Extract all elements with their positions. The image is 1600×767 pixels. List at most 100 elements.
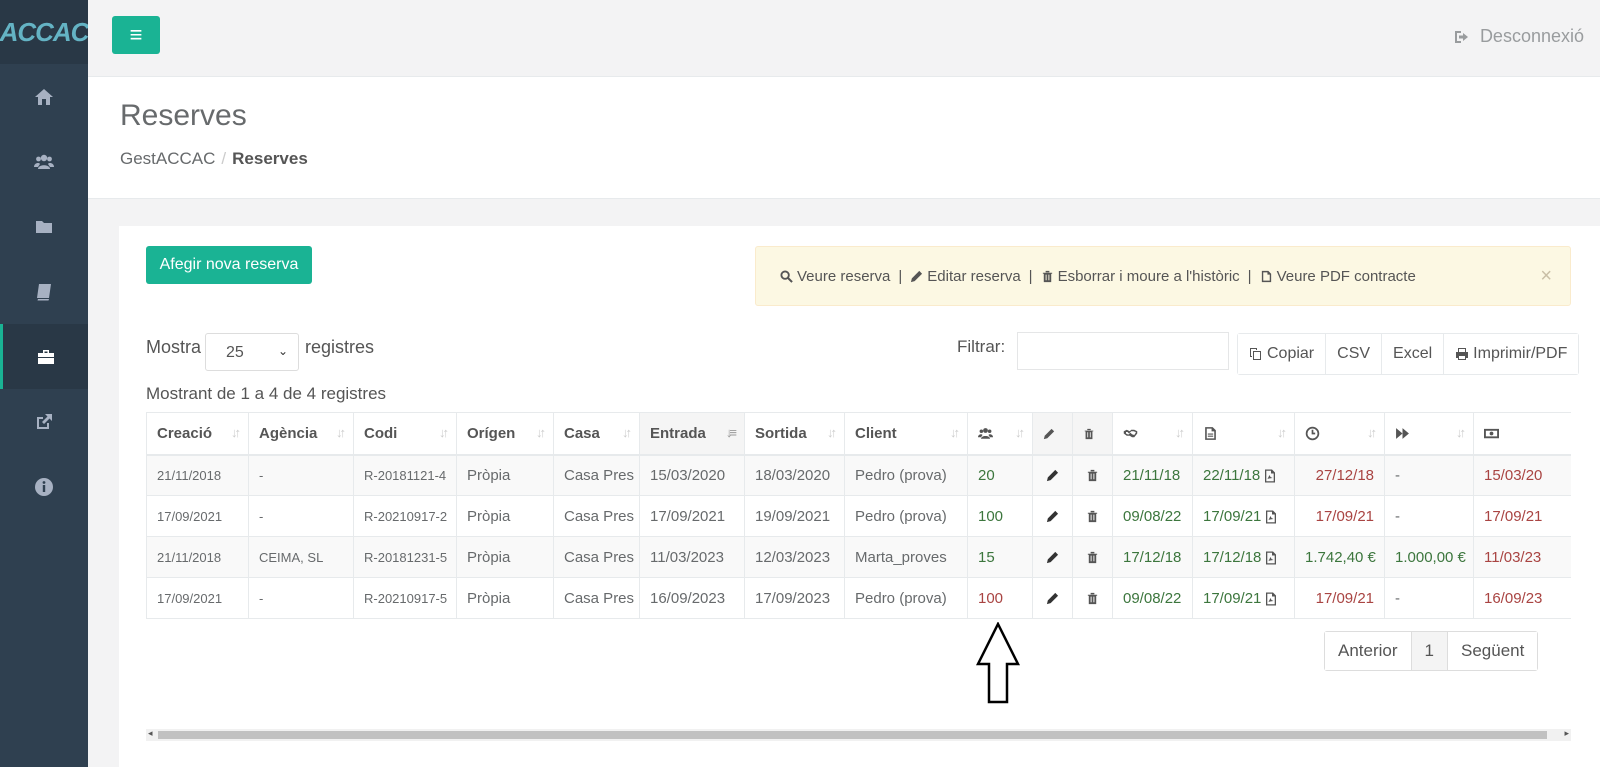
pdf-file-icon[interactable] (1265, 510, 1277, 524)
col-header-forward[interactable]: ↓↑ (1384, 412, 1474, 456)
home-icon (35, 88, 53, 105)
content-panel: Afegir nova reserva Veure reserva | Edita… (119, 226, 1600, 767)
col-header-client[interactable]: Client ↓↑ (844, 412, 968, 456)
delete-button[interactable] (1072, 495, 1113, 537)
excel-button[interactable]: Excel (1382, 334, 1445, 374)
edit-button[interactable] (1032, 454, 1073, 496)
trash-icon (1087, 510, 1098, 523)
sidebar-item-users[interactable] (0, 129, 88, 194)
cell-pax: 100 (967, 577, 1033, 619)
cell-agencia: - (248, 495, 354, 537)
cell-pax: 20 (967, 454, 1033, 496)
breadcrumb-home[interactable]: GestACCAC (120, 149, 215, 168)
col-header-casa[interactable]: Casa ↓↑ (553, 412, 640, 456)
sidebar-item-book[interactable] (0, 259, 88, 324)
actions-legend-alert: Veure reserva | Editar reserva | Esborrar … (755, 246, 1571, 306)
csv-button[interactable]: CSV (1326, 334, 1383, 374)
edit-button[interactable] (1032, 577, 1073, 619)
logout-link[interactable]: Desconnexió (1454, 26, 1584, 47)
close-alert-button[interactable]: × (1540, 265, 1552, 288)
cell-date-5: 17/09/21 (1473, 495, 1571, 537)
cell-casa: Casa Pres (553, 454, 640, 496)
page-1-button[interactable]: 1 (1411, 632, 1448, 670)
cell-entrada: 17/09/2021 (639, 495, 745, 537)
col-header-creacio[interactable]: Creació ↓↑ (146, 412, 249, 456)
scroll-left-icon[interactable]: ◂ (148, 728, 153, 739)
sidebar-item-info[interactable] (0, 454, 88, 519)
filter-label: Filtrar: (957, 337, 1006, 356)
copy-button[interactable]: Copiar (1238, 334, 1327, 374)
edit-icon (1046, 592, 1059, 605)
col-header-pax[interactable]: ↓↑ (967, 412, 1033, 456)
reservations-table: Creació ↓↑ Agència ↓↑ Codi ↓↑ Orígen ↓↑ Casa… (146, 412, 1571, 619)
next-page-button[interactable]: Següent (1448, 632, 1538, 670)
copy-icon (1250, 348, 1261, 360)
cell-date-1: 09/08/22 (1112, 495, 1193, 537)
print-button[interactable]: Imprimir/PDF (1444, 334, 1579, 374)
cell-entrada: 11/03/2023 (639, 536, 745, 578)
sidebar-item-folder[interactable] (0, 194, 88, 259)
handshake-icon (1123, 430, 1138, 438)
delete-button[interactable] (1072, 536, 1113, 578)
menu-toggle-button[interactable]: ≡ (112, 16, 160, 54)
cell-date-4: - (1384, 495, 1474, 537)
cell-creacio: 17/09/2021 (146, 495, 249, 537)
col-header-money[interactable]: ↓↑ (1473, 412, 1571, 456)
edit-icon (1046, 470, 1059, 482)
scroll-right-icon[interactable]: ▸ (1564, 728, 1569, 739)
table-row[interactable]: 17/09/2021- R-20210917-5 Pròpia Casa Pres 16… (146, 577, 1571, 619)
export-button-group: Copiar CSV Excel Imprimir/PDF (1237, 333, 1580, 375)
cell-date-1: 21/11/18 (1112, 454, 1193, 496)
cell-casa: Casa Pres (553, 536, 640, 578)
cell-origen: Pròpia (456, 536, 554, 578)
edit-button[interactable] (1032, 536, 1073, 578)
sidebar-item-external[interactable] (0, 389, 88, 454)
cell-pax: 100 (967, 495, 1033, 537)
delete-button[interactable] (1072, 454, 1113, 496)
cell-date-5: 11/03/23 (1473, 536, 1571, 578)
users-icon (34, 154, 54, 169)
pdf-file-icon[interactable] (1264, 469, 1276, 483)
add-reservation-button[interactable]: Afegir nova reserva (146, 246, 312, 284)
table-horizontal-scrollbar[interactable]: ◂ ▸ (146, 728, 1571, 741)
sidebar-item-briefcase[interactable] (0, 324, 88, 389)
document-icon (1205, 427, 1216, 441)
table-row[interactable]: 17/09/2021- R-20210917-2 Pròpia Casa Pres 17… (146, 495, 1571, 537)
table-row[interactable]: 21/11/2018- R-20181121-4 Pròpia Casa Pres 15… (146, 454, 1571, 496)
table-row[interactable]: 21/11/2018 CEIMA, SL R-20181231-5 Pròpia Cas… (146, 536, 1571, 578)
folder-icon (36, 220, 52, 233)
col-header-sortida[interactable]: Sortida ↓↑ (744, 412, 845, 456)
cell-sortida: 19/09/2021 (744, 495, 845, 537)
col-header-codi[interactable]: Codi ↓↑ (353, 412, 457, 456)
col-header-handshake[interactable]: ↓↑ (1112, 412, 1193, 456)
cell-agencia: - (248, 454, 354, 496)
sidebar-item-home[interactable] (0, 64, 88, 129)
app-logo[interactable]: ACCAC (0, 0, 89, 64)
prev-page-button[interactable]: Anterior (1325, 632, 1412, 670)
cell-client: Pedro (prova) (844, 454, 968, 496)
col-header-document[interactable]: ↓↑ (1192, 412, 1295, 456)
cell-agencia: CEIMA, SL (248, 536, 354, 578)
pdf-file-icon[interactable] (1265, 592, 1277, 606)
cell-date-2: 22/11/18 (1192, 454, 1295, 496)
cell-date-2: 17/09/21 (1192, 577, 1295, 619)
col-header-origen[interactable]: Orígen ↓↑ (456, 412, 554, 456)
col-header-entrada[interactable]: Entrada ↓≡ (639, 412, 745, 456)
col-header-agencia[interactable]: Agència ↓↑ (248, 412, 354, 456)
col-header-clock[interactable]: ↓↑ (1294, 412, 1385, 456)
page-length-select[interactable]: 25 ⌄ (205, 333, 299, 371)
reservations-table-wrapper: Creació ↓↑ Agència ↓↑ Codi ↓↑ Orígen ↓↑ Casa… (146, 412, 1571, 622)
edit-button[interactable] (1032, 495, 1073, 537)
trash-icon (1041, 270, 1054, 283)
delete-button[interactable] (1072, 577, 1113, 619)
scrollbar-thumb[interactable] (158, 731, 1547, 739)
pdf-file-icon[interactable] (1265, 551, 1277, 565)
filter-input[interactable] (1017, 332, 1229, 370)
page-title: Reserves (120, 99, 247, 132)
table-header-row: Creació ↓↑ Agència ↓↑ Codi ↓↑ Orígen ↓↑ Casa… (146, 412, 1571, 456)
cell-sortida: 12/03/2023 (744, 536, 845, 578)
cell-date-1: 17/12/18 (1112, 536, 1193, 578)
cell-date-3: 17/09/21 (1294, 577, 1385, 619)
legend-edit: Editar reserva (927, 267, 1021, 285)
cell-creacio: 17/09/2021 (146, 577, 249, 619)
